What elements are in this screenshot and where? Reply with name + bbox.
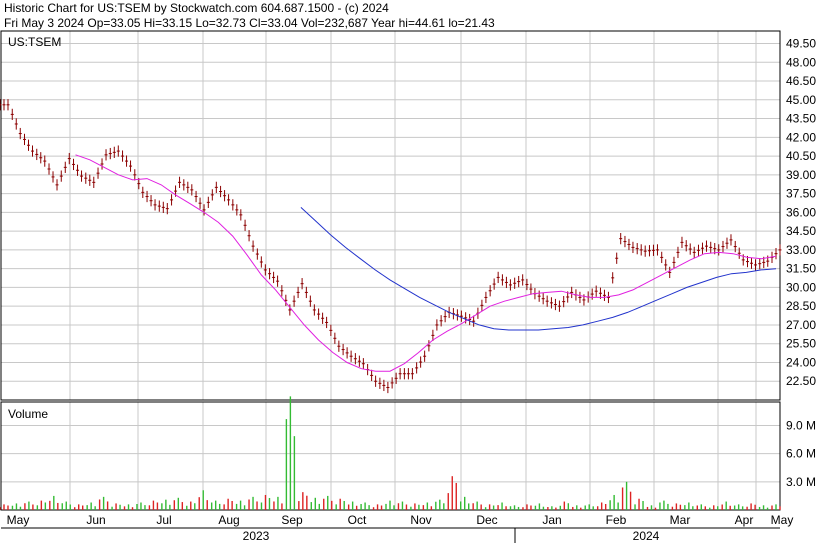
volume-tick-label: 6.0 M [786, 447, 816, 461]
month-tick-label: Mar [670, 513, 691, 527]
year-label: 2023 [243, 529, 270, 543]
month-tick-label: Jun [86, 513, 105, 527]
price-tick-label: 30.00 [786, 280, 816, 294]
price-tick-label: 43.50 [786, 112, 816, 126]
price-tick-label: 28.50 [786, 299, 816, 313]
price-tick-label: 46.50 [786, 74, 816, 88]
volume-panel [0, 401, 781, 511]
price-panel [0, 30, 781, 401]
month-tick-label: Oct [348, 513, 367, 527]
price-tick-label: 33.00 [786, 243, 816, 257]
price-tick-label: 24.00 [786, 355, 816, 369]
month-tick-label: Nov [410, 513, 431, 527]
price-tick-label: 25.50 [786, 337, 816, 351]
price-tick-label: 49.50 [786, 37, 816, 51]
price-tick-label: 48.00 [786, 55, 816, 69]
price-tick-label: 42.00 [786, 130, 816, 144]
price-tick-label: 27.00 [786, 318, 816, 332]
month-tick-label: May [771, 513, 794, 527]
price-tick-label: 40.50 [786, 149, 816, 163]
volume-label: Volume [8, 407, 48, 421]
volume-tick-label: 9.0 M [786, 418, 816, 432]
month-tick-label: Sep [281, 513, 303, 527]
price-tick-label: 34.50 [786, 224, 816, 238]
price-tick-label: 45.00 [786, 93, 816, 107]
price-tick-label: 22.50 [786, 374, 816, 388]
month-tick-label: May [7, 513, 30, 527]
month-tick-label: Apr [735, 513, 754, 527]
stock-chart: US:TSEM Volume 49.50 48.00 46.50 45.00 43.50… [0, 30, 816, 543]
volume-tick-label: 3.0 M [786, 475, 816, 489]
moving-average-short-line [75, 154, 777, 372]
year-label: 2024 [633, 529, 660, 543]
price-tick-label: 36.00 [786, 205, 816, 219]
price-tick-label: 31.50 [786, 262, 816, 276]
price-axis: 49.50 48.00 46.50 45.00 43.50 42.00 40.50 39.00… [786, 37, 816, 389]
month-tick-label: Jan [542, 513, 561, 527]
volume-axis: 9.0 M 6.0 M 3.0 M [786, 418, 816, 488]
price-tick-label: 39.00 [786, 168, 816, 182]
price-bars [0, 99, 782, 394]
price-tick-label: 37.50 [786, 187, 816, 201]
month-tick-label: Jul [156, 513, 171, 527]
year-axis: 2023 2024 [243, 529, 660, 543]
grid-lines [1, 31, 780, 510]
month-tick-label: Aug [218, 513, 239, 527]
month-axis: May Jun Jul Aug Sep Oct Nov Dec Jan Feb Mar Apr May [7, 513, 794, 527]
month-tick-label: Dec [476, 513, 497, 527]
symbol-label: US:TSEM [8, 35, 61, 49]
month-tick-label: Feb [606, 513, 627, 527]
